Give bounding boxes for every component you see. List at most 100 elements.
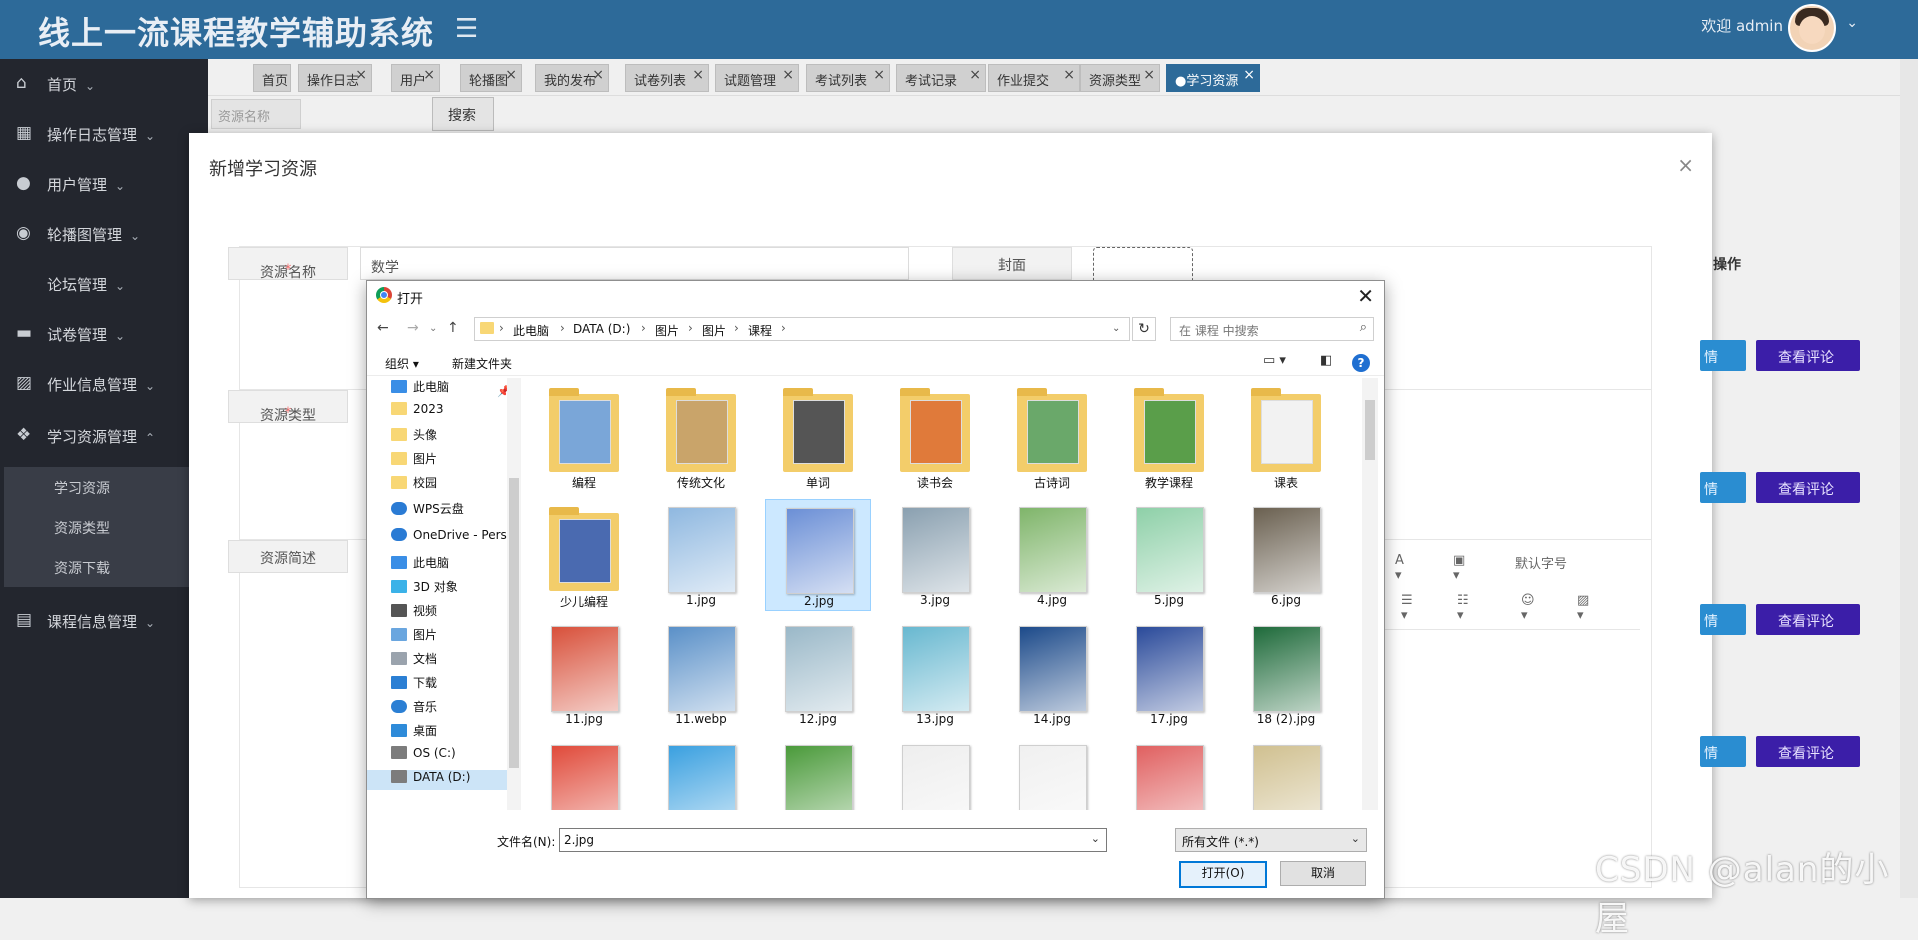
close-icon[interactable]: × bbox=[1243, 67, 1255, 83]
tree-item[interactable]: 校园 bbox=[391, 474, 437, 494]
file-item[interactable]: 2.jpg bbox=[765, 499, 871, 611]
tab-exam-records[interactable]: 考试记录 × bbox=[896, 64, 986, 92]
avatar[interactable] bbox=[1788, 4, 1836, 52]
search-input[interactable]: 资源名称 bbox=[211, 99, 301, 129]
grid-scrollbar[interactable] bbox=[1362, 378, 1378, 810]
up-icon[interactable]: ↑ bbox=[447, 320, 459, 336]
image-icon[interactable]: ▨ ▾ bbox=[1577, 593, 1589, 623]
new-folder-button[interactable]: 新建文件夹 bbox=[452, 355, 512, 372]
sidebar-item-oplog[interactable]: ▦ 操作日志管理 ⌄ bbox=[0, 109, 208, 159]
edit-button[interactable]: 情 bbox=[1700, 472, 1746, 503]
view-comments-button[interactable]: 查看评论 bbox=[1756, 604, 1860, 635]
tree-item[interactable]: 图片 bbox=[391, 626, 437, 646]
tree-item[interactable]: OS (C:) bbox=[391, 746, 456, 766]
tree-item[interactable]: 3D 对象 bbox=[391, 578, 458, 598]
file-item[interactable]: 4.jpg bbox=[999, 499, 1105, 611]
sidebar-item-resources[interactable]: ❖ 学习资源管理 ⌃ bbox=[0, 411, 208, 461]
file-item[interactable]: 18 (2).jpg bbox=[1233, 618, 1339, 730]
resource-name-input[interactable]: 数学 bbox=[360, 247, 909, 280]
folder-item[interactable]: 编程 bbox=[531, 380, 637, 492]
folder-item[interactable]: 读书会 bbox=[882, 380, 988, 492]
dialog-titlebar[interactable]: 打开 ✕ bbox=[367, 281, 1384, 311]
open-button[interactable]: 打开(O) bbox=[1179, 861, 1267, 888]
tab-exam-list[interactable]: 考试列表 × bbox=[806, 64, 890, 92]
tree-item[interactable]: OneDrive - Perso bbox=[391, 528, 514, 548]
font-size-select[interactable]: 默认字号 bbox=[1515, 553, 1595, 572]
tab-carousel[interactable]: 轮播图 × bbox=[460, 64, 522, 92]
organize-menu[interactable]: 组织 ▾ bbox=[385, 355, 419, 372]
file-item[interactable]: 6.jpg bbox=[1233, 499, 1339, 611]
folder-item[interactable]: 少儿编程 bbox=[531, 499, 637, 611]
close-icon[interactable]: × bbox=[782, 67, 794, 83]
tab-my-posts[interactable]: 我的发布 × bbox=[535, 64, 609, 92]
sidebar-item-forum[interactable]: 论坛管理 ⌄ bbox=[0, 259, 208, 309]
folder-item[interactable]: 单词 bbox=[765, 380, 871, 492]
tree-item[interactable]: 2023 bbox=[391, 402, 444, 422]
file-item[interactable]: 1.jpg bbox=[648, 499, 754, 611]
tab-paper-list[interactable]: 试卷列表 × bbox=[625, 64, 709, 92]
tab-learning-resource[interactable]: ●学习资源 × bbox=[1166, 64, 1260, 92]
refresh-icon[interactable]: ↻ bbox=[1132, 317, 1156, 341]
breadcrumb[interactable]: 课程 bbox=[748, 322, 772, 339]
cancel-button[interactable]: 取消 bbox=[1280, 861, 1366, 886]
close-icon[interactable]: ✕ bbox=[1357, 284, 1374, 308]
back-icon[interactable]: ← bbox=[377, 320, 389, 336]
file-item[interactable]: 17.jpg bbox=[1116, 618, 1222, 730]
sidebar-subitem-resource-download[interactable]: 资源下载 bbox=[4, 547, 208, 587]
chevron-down-icon[interactable]: ⌄ bbox=[1846, 15, 1858, 31]
search-button[interactable]: 搜索 bbox=[432, 97, 494, 131]
close-icon[interactable]: × bbox=[1063, 67, 1075, 83]
sidebar-item-users[interactable]: ● 用户管理 ⌄ bbox=[0, 159, 208, 209]
preview-pane-icon[interactable]: ◧ bbox=[1320, 353, 1332, 368]
breadcrumb[interactable]: DATA (D:) bbox=[573, 322, 630, 336]
chevron-down-icon[interactable]: ⌄ bbox=[1091, 832, 1100, 845]
sidebar-item-exam[interactable]: ▬ 试卷管理 ⌄ bbox=[0, 309, 208, 359]
close-icon[interactable]: × bbox=[692, 67, 704, 83]
align-icon[interactable]: ☰ ▾ bbox=[1401, 593, 1413, 623]
file-item[interactable]: 14.jpg bbox=[999, 618, 1105, 730]
close-icon[interactable]: × bbox=[969, 67, 981, 83]
forward-icon[interactable]: → bbox=[407, 320, 419, 336]
menu-toggle-icon[interactable]: ☰ bbox=[455, 14, 478, 44]
file-item[interactable]: 11.jpg bbox=[531, 618, 637, 730]
edit-button[interactable]: 情 bbox=[1700, 604, 1746, 635]
page-scrollbar[interactable] bbox=[1900, 59, 1918, 898]
folder-item[interactable]: 传统文化 bbox=[648, 380, 754, 492]
address-bar[interactable]: › 此电脑 › DATA (D:) › 图片 › 图片 › 课程 › ⌄ bbox=[474, 317, 1130, 341]
emoji-icon[interactable]: ☺ ▾ bbox=[1521, 593, 1535, 623]
sidebar-subitem-resource[interactable]: 学习资源 bbox=[4, 467, 208, 507]
tree-item[interactable]: 视频 bbox=[391, 602, 437, 622]
file-item[interactable]: 5.jpg bbox=[1116, 499, 1222, 611]
folder-item[interactable]: 教学课程 bbox=[1116, 380, 1222, 492]
tree-item[interactable]: 文档 bbox=[391, 650, 437, 670]
tab-home[interactable]: 首页 bbox=[253, 64, 291, 92]
tree-item[interactable]: 桌面 bbox=[391, 722, 437, 742]
file-item[interactable]: 3.jpg bbox=[882, 499, 988, 611]
edit-button[interactable]: 情 bbox=[1700, 340, 1746, 371]
tree-item[interactable]: WPS云盘 bbox=[391, 500, 464, 520]
tree-item[interactable]: 此电脑 bbox=[391, 554, 449, 574]
sidebar-item-home[interactable]: ⌂ 首页 ⌄ bbox=[0, 59, 208, 109]
filetype-select[interactable]: 所有文件 (*.*) ⌄ bbox=[1175, 828, 1367, 852]
tree-item[interactable]: 图片 bbox=[391, 450, 437, 470]
chevron-down-icon[interactable]: ⌄ bbox=[429, 323, 437, 334]
bg-color-icon[interactable]: ▣ ▾ bbox=[1453, 553, 1465, 583]
close-icon[interactable]: × bbox=[873, 67, 885, 83]
close-icon[interactable]: × bbox=[355, 67, 367, 83]
view-comments-button[interactable]: 查看评论 bbox=[1756, 340, 1860, 371]
dialog-search-input[interactable]: 在 课程 中搜索 ⌕ bbox=[1170, 317, 1374, 341]
sidebar-item-carousel[interactable]: ◉ 轮播图管理 ⌄ bbox=[0, 209, 208, 259]
tab-resource-type[interactable]: 资源类型 × bbox=[1080, 64, 1160, 92]
tree-item[interactable]: 此电脑 bbox=[391, 378, 449, 398]
sidebar-item-homework[interactable]: ▨ 作业信息管理 ⌄ bbox=[0, 359, 208, 409]
tree-scrollbar[interactable] bbox=[507, 378, 521, 810]
tab-users[interactable]: 用户 × bbox=[391, 64, 440, 92]
close-icon[interactable]: × bbox=[1677, 153, 1694, 177]
filename-input[interactable]: 2.jpg ⌄ bbox=[559, 828, 1107, 852]
close-icon[interactable]: × bbox=[423, 67, 435, 83]
indent-icon[interactable]: ☷ ▾ bbox=[1457, 593, 1469, 623]
tree-item[interactable]: 音乐 bbox=[391, 698, 437, 718]
edit-button[interactable]: 情 bbox=[1700, 736, 1746, 767]
view-comments-button[interactable]: 查看评论 bbox=[1756, 472, 1860, 503]
close-icon[interactable]: × bbox=[1143, 67, 1155, 83]
